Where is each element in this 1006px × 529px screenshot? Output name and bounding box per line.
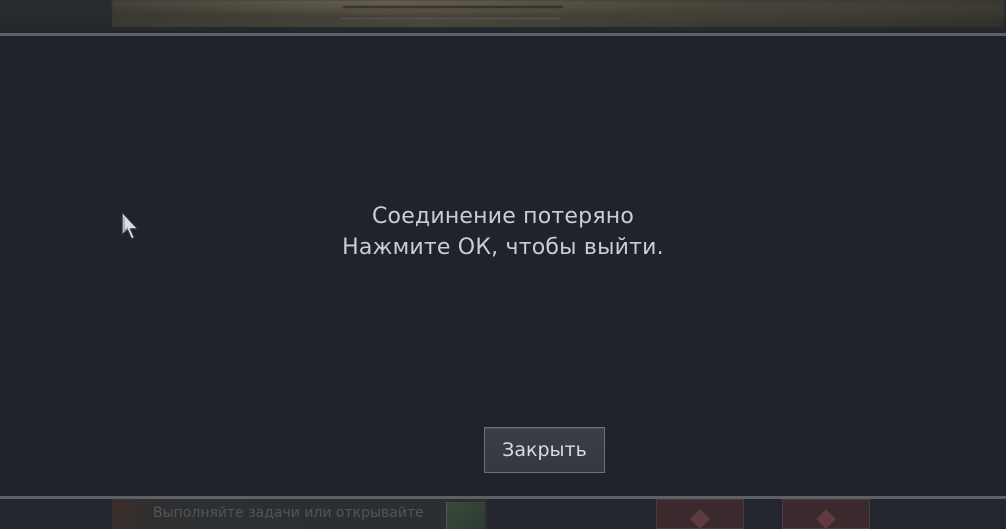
background-scene-image — [112, 0, 1004, 27]
message-line-instruction: Нажмите ОК, чтобы выйти. — [342, 235, 664, 260]
background-reward-slot — [782, 499, 870, 529]
mouse-pointer-icon — [121, 211, 139, 240]
background-task-icon — [446, 502, 485, 529]
connection-lost-dialog: Соединение потеряно Нажмите ОК, чтобы вы… — [0, 36, 1006, 496]
background-task-text: Выполняйте задачи или открывайте — [153, 505, 424, 521]
dialog-message: Соединение потеряно Нажмите ОК, чтобы вы… — [0, 201, 1006, 263]
message-line-title: Соединение потеряно — [371, 204, 635, 229]
close-button[interactable]: Закрыть — [484, 427, 605, 473]
screen: Соединение потеряно Нажмите ОК, чтобы вы… — [0, 0, 1006, 529]
background-game-ui-bottom: Выполняйте задачи или открывайте — [0, 499, 1006, 529]
background-reward-slot — [656, 499, 744, 529]
background-game-scene-top — [0, 0, 1006, 33]
